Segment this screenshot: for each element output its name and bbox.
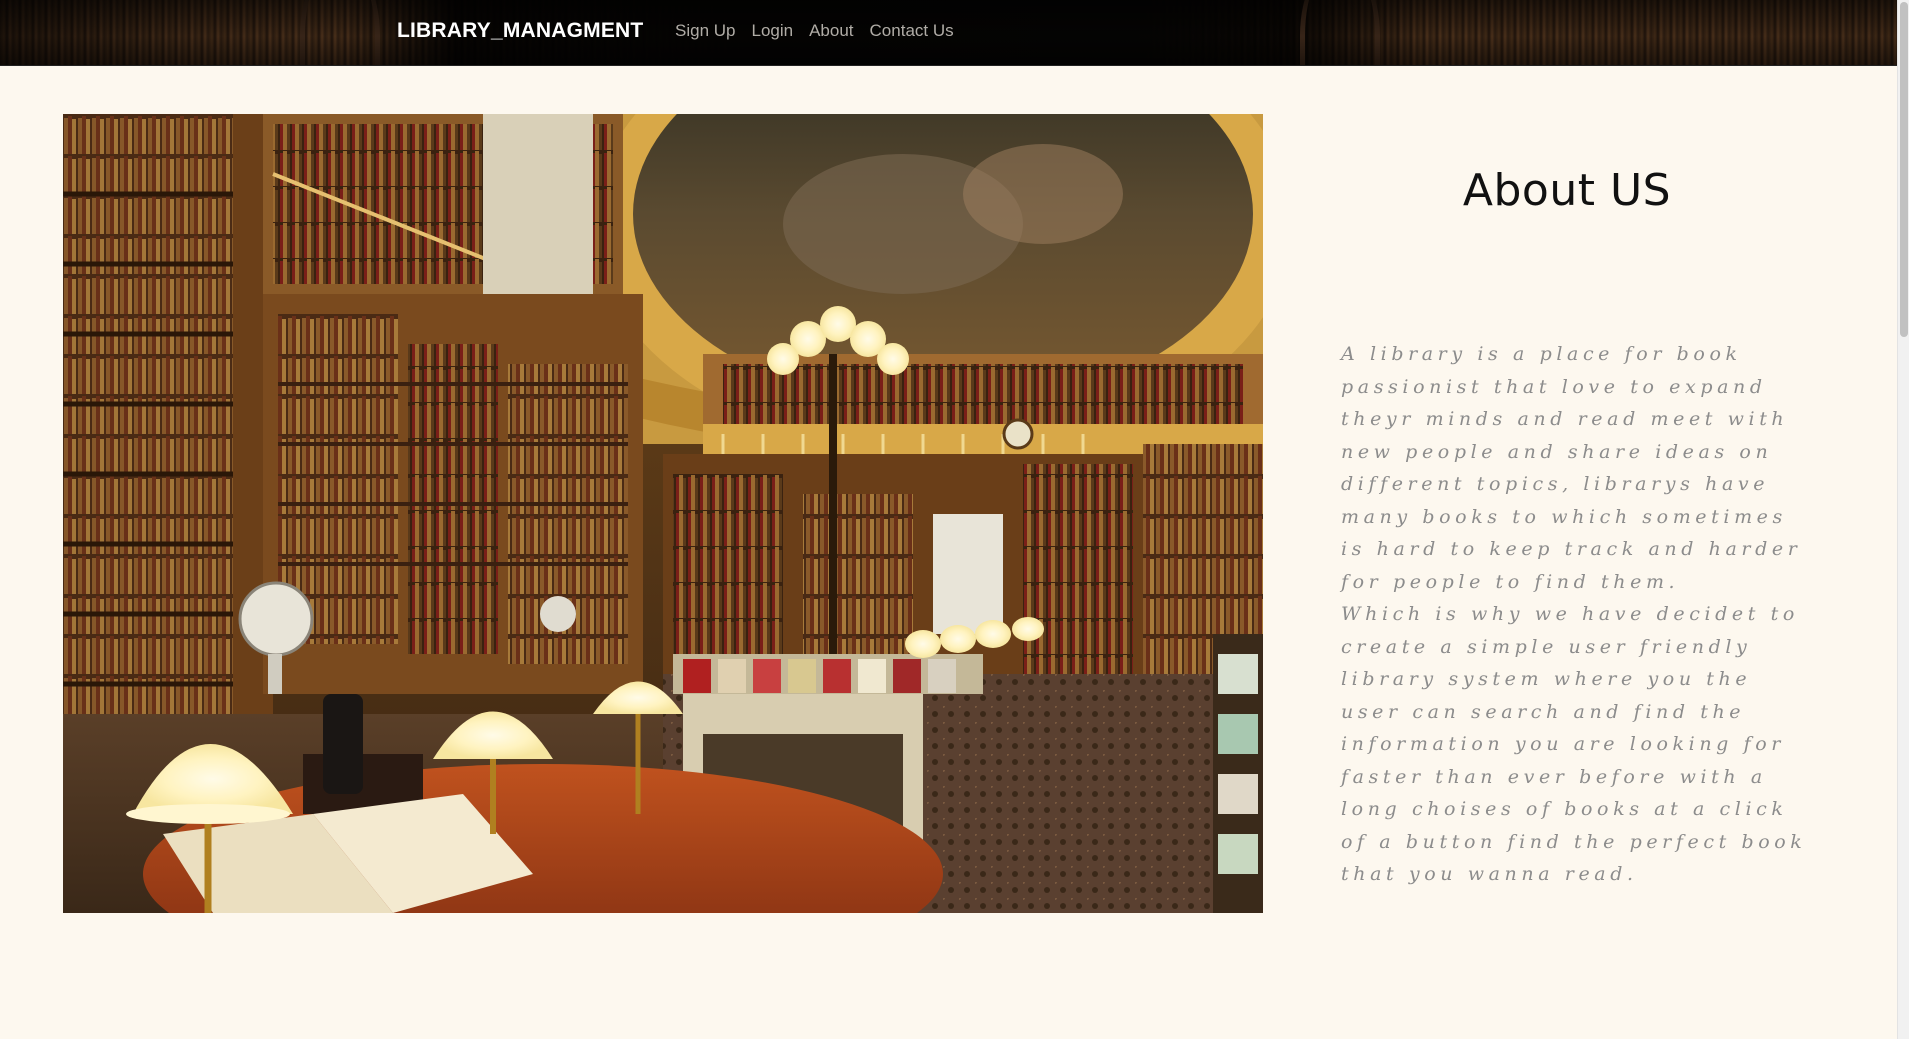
nav-login-link[interactable]: Login [751,21,793,41]
nav-about-link[interactable]: About [809,21,853,41]
page-scrollbar[interactable] [1897,0,1909,1039]
about-paragraph-2: Which is why we have decidet to create a… [1341,603,1807,885]
nav-signup-link[interactable]: Sign Up [675,21,735,41]
brand-link[interactable]: LIBRARY_MANAGMENT [397,19,643,43]
top-navbar: LIBRARY_MANAGMENT Sign Up Login About Co… [0,0,1897,66]
library-reading-room-illustration [63,114,1263,913]
page: LIBRARY_MANAGMENT Sign Up Login About Co… [0,0,1909,1039]
scrollbar-thumb[interactable] [1900,2,1908,337]
nav-links: Sign Up Login About Contact Us [675,21,954,41]
about-description: A library is a place for book passionist… [1341,338,1811,891]
library-hero-image [63,114,1263,913]
about-title: About US [1462,165,1672,216]
about-paragraph-1: A library is a place for book passionist… [1341,343,1802,593]
nav-contact-link[interactable]: Contact Us [870,21,954,41]
